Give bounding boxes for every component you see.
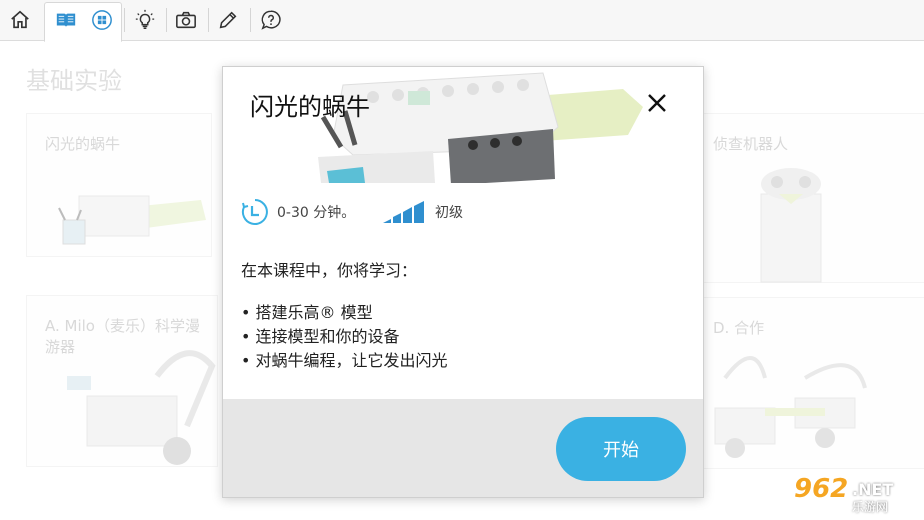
pencil-button[interactable] — [208, 0, 248, 40]
home-button[interactable] — [0, 0, 40, 40]
dialog-title: 闪光的蜗牛 — [250, 93, 370, 121]
duration-text: 0-30 分钟。 — [277, 205, 356, 221]
home-icon — [11, 10, 29, 29]
dialog-footer: 开始 — [223, 399, 703, 497]
difficulty-text: 初级 — [435, 205, 463, 221]
watermark-number: 962 — [794, 474, 849, 504]
watermark-net: .NET — [852, 480, 894, 499]
lightbulb-button[interactable] — [125, 0, 165, 40]
book-button[interactable] — [46, 0, 86, 40]
difficulty-info: 初级 — [381, 197, 463, 227]
help-icon — [261, 10, 281, 30]
clock-icon — [241, 199, 268, 225]
learning-point: • 搭建乐高® 模型 — [241, 303, 373, 322]
learning-point: • 对蜗牛编程，让它发出闪光 — [241, 351, 448, 370]
lightbulb-icon — [135, 9, 155, 29]
pencil-icon — [219, 11, 237, 29]
camera-button[interactable] — [166, 0, 206, 40]
snail-hero-image — [318, 72, 643, 183]
grid-icon — [92, 10, 112, 30]
help-button[interactable] — [251, 0, 291, 40]
site-watermark: 962 .NET 乐游网 — [790, 474, 920, 516]
start-button[interactable]: 开始 — [556, 417, 686, 481]
watermark-sitename: 乐游网 — [852, 500, 889, 514]
close-icon — [648, 94, 666, 112]
grid-button[interactable] — [82, 0, 122, 40]
lesson-hero-image: 闪光的蜗牛 — [223, 67, 703, 183]
book-icon — [56, 13, 76, 28]
description-intro: 在本课程中，你将学习： — [241, 261, 418, 280]
lesson-detail-dialog: 闪光的蜗牛 0-30 分钟。 初级 在本课程中，你将学习： • 搭建乐高® 模型… — [222, 66, 704, 498]
learning-point: • 连接模型和你的设备 — [241, 327, 400, 346]
lesson-description: 在本课程中，你将学习： • 搭建乐高® 模型 • 连接模型和你的设备 • 对蜗牛… — [241, 259, 681, 373]
difficulty-level-icon — [383, 201, 424, 223]
close-button[interactable] — [643, 89, 671, 117]
duration-info: 0-30 分钟。 — [241, 197, 355, 227]
camera-icon — [176, 11, 196, 29]
top-toolbar — [0, 0, 924, 42]
